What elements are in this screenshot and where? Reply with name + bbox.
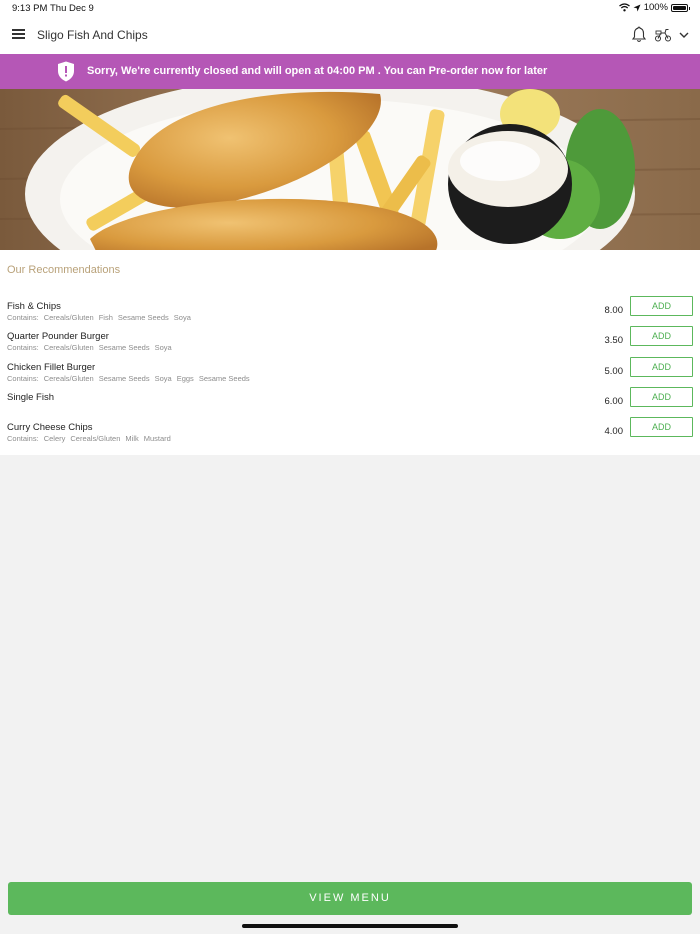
wifi-icon bbox=[618, 3, 630, 12]
item-allergens: Contains: Cereals/Gluten Sesame Seeds Soya E… bbox=[7, 374, 255, 383]
location-icon bbox=[633, 4, 641, 11]
status-right: 100% bbox=[618, 2, 690, 13]
home-indicator[interactable] bbox=[242, 924, 458, 928]
allergen: Cereals/Gluten bbox=[43, 343, 94, 352]
hero-image bbox=[0, 89, 700, 250]
item-price: 3.50 bbox=[604, 335, 624, 346]
allergen: Cereals/Gluten bbox=[43, 374, 94, 383]
allergen: Eggs bbox=[176, 374, 194, 383]
app-header: Sligo Fish And Chips bbox=[0, 16, 700, 54]
battery-icon bbox=[671, 3, 690, 12]
add-button[interactable]: ADD bbox=[630, 357, 693, 377]
allergen: Cereals/Gluten bbox=[70, 434, 121, 443]
contains-label: Contains: bbox=[7, 434, 39, 443]
item-name: Quarter Pounder Burger bbox=[7, 331, 109, 342]
allergen: Fish bbox=[98, 313, 113, 322]
status-date: Thu Dec 9 bbox=[50, 3, 94, 14]
allergen: Soya bbox=[154, 374, 172, 383]
allergen: Sesame Seeds bbox=[98, 374, 150, 383]
item-allergens: Contains: Celery Cereals/Gluten Milk Mustard bbox=[7, 434, 176, 443]
item-name: Fish & Chips bbox=[7, 301, 61, 312]
allergen: Milk bbox=[125, 434, 139, 443]
item-name: Single Fish bbox=[7, 392, 54, 403]
item-name: Chicken Fillet Burger bbox=[7, 362, 96, 373]
add-button[interactable]: ADD bbox=[630, 296, 693, 316]
item-allergens: Contains: Cereals/Gluten Sesame Seeds Soya bbox=[7, 343, 177, 352]
allergen: Sesame Seeds bbox=[117, 313, 169, 322]
status-bar: 9:13 PM Thu Dec 9 100% bbox=[0, 0, 700, 16]
restaurant-title: Sligo Fish And Chips bbox=[37, 28, 148, 42]
contains-label: Contains: bbox=[7, 343, 39, 352]
scooter-icon[interactable] bbox=[654, 27, 672, 42]
item-price: 4.00 bbox=[604, 426, 624, 437]
allergen: Mustard bbox=[143, 434, 171, 443]
recommendations-section: Our Recommendations Fish & Chips Contain… bbox=[0, 250, 700, 455]
add-button[interactable]: ADD bbox=[630, 326, 693, 346]
bell-icon[interactable] bbox=[631, 26, 647, 43]
contains-label: Contains: bbox=[7, 313, 39, 322]
shield-alert-icon bbox=[58, 61, 74, 82]
allergen: Celery bbox=[43, 434, 66, 443]
item-allergens: Contains: Cereals/Gluten Fish Sesame Seeds S… bbox=[7, 313, 196, 322]
battery-percent: 100% bbox=[643, 2, 668, 13]
allergen: Soya bbox=[154, 343, 172, 352]
allergen: Soya bbox=[173, 313, 191, 322]
item-name: Curry Cheese Chips bbox=[7, 422, 93, 433]
list-item: Single Fish 6.00 ADD bbox=[0, 387, 700, 420]
list-item: Chicken Fillet Burger Contains: Cereals/G… bbox=[0, 357, 700, 390]
allergen: Sesame Seeds bbox=[198, 374, 250, 383]
add-button[interactable]: ADD bbox=[630, 387, 693, 407]
view-menu-button[interactable]: VIEW MENU bbox=[8, 882, 692, 915]
item-price: 8.00 bbox=[604, 305, 624, 316]
item-price: 5.00 bbox=[604, 366, 624, 377]
list-item: Fish & Chips Contains: Cereals/Gluten Fish… bbox=[0, 296, 700, 329]
chevron-down-icon[interactable] bbox=[678, 29, 690, 41]
list-item: Quarter Pounder Burger Contains: Cereals/… bbox=[0, 326, 700, 359]
allergen: Sesame Seeds bbox=[98, 343, 150, 352]
menu-icon[interactable] bbox=[12, 28, 26, 40]
section-title: Our Recommendations bbox=[7, 264, 121, 276]
closed-message: Sorry, We're currently closed and will o… bbox=[87, 65, 548, 77]
allergen: Cereals/Gluten bbox=[43, 313, 94, 322]
status-time: 9:13 PM bbox=[12, 3, 48, 14]
closed-banner: Sorry, We're currently closed and will o… bbox=[0, 54, 700, 89]
add-button[interactable]: ADD bbox=[630, 417, 693, 437]
item-price: 6.00 bbox=[604, 396, 624, 407]
list-item: Curry Cheese Chips Contains: Celery Cereal… bbox=[0, 417, 700, 450]
contains-label: Contains: bbox=[7, 374, 39, 383]
